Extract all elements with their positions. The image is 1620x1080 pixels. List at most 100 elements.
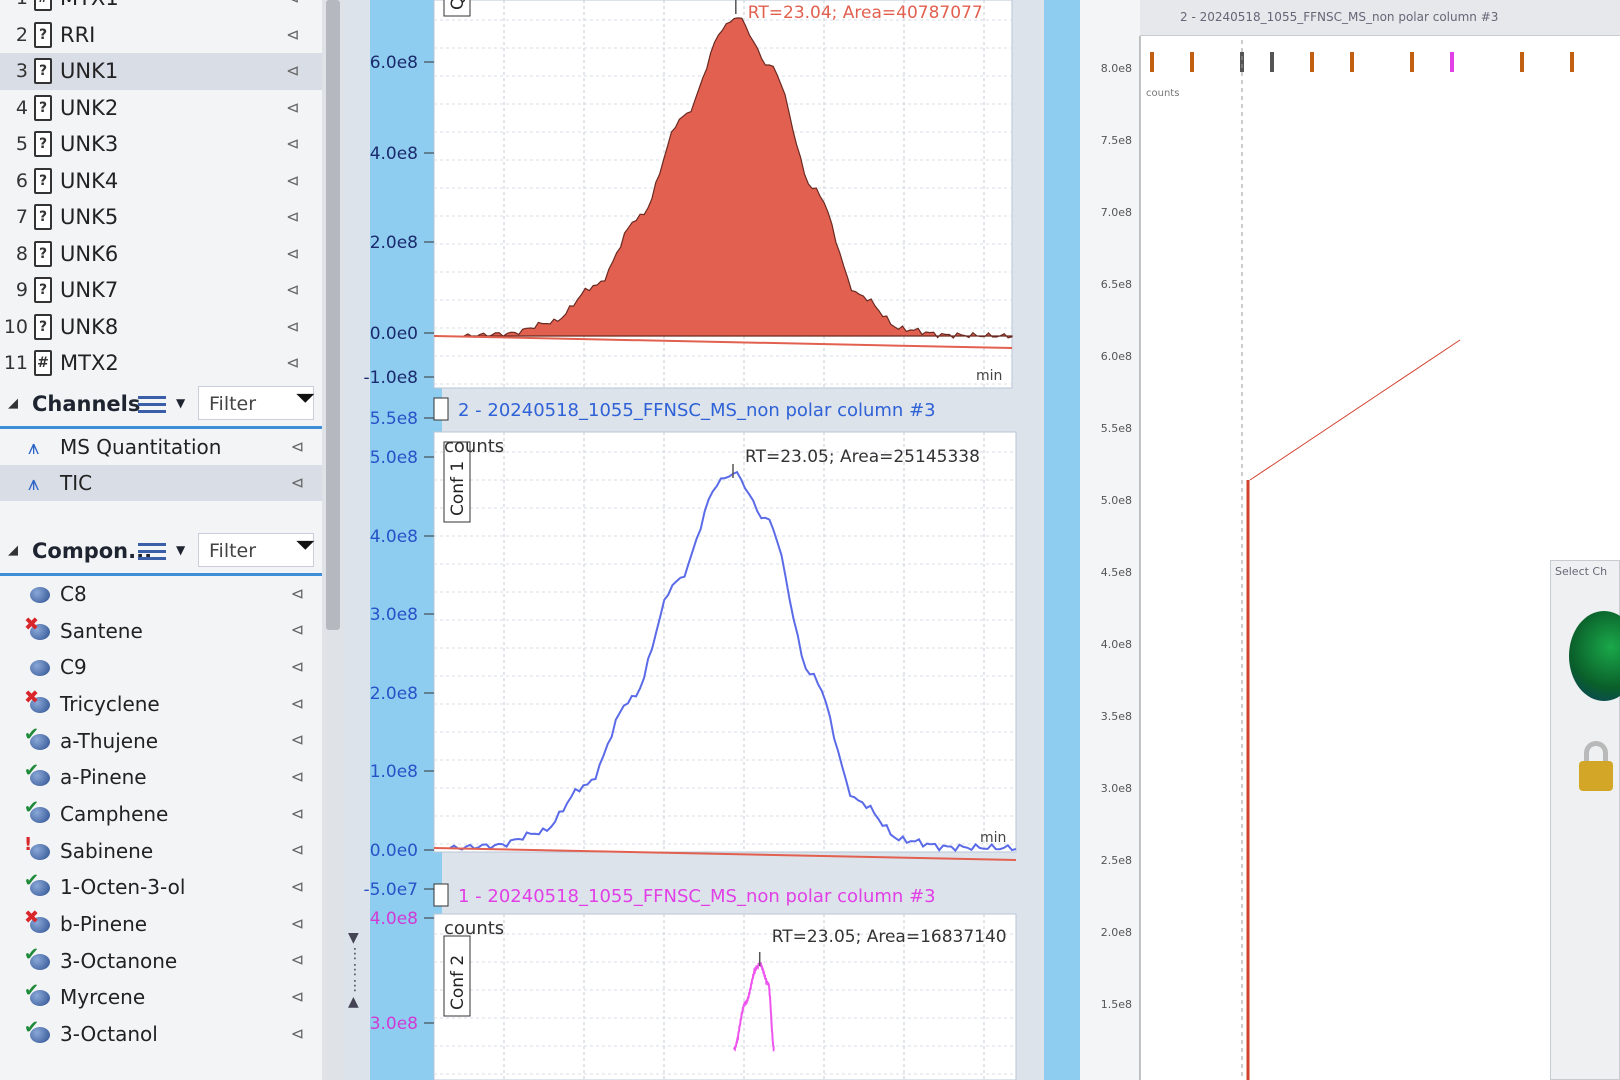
pin-icon[interactable]: ⊲ <box>286 244 304 263</box>
molecule-rejected-icon: ✖ <box>24 907 54 939</box>
lock-icon[interactable] <box>1579 761 1613 791</box>
sample-row[interactable]: 11 # MTX2 ⊲ <box>0 345 322 382</box>
component-label: C8 <box>60 581 87 606</box>
sample-row[interactable]: 9? UNK7 ⊲ <box>0 272 322 309</box>
channel-row[interactable]: ⩚ TIC ⊲ <box>0 464 322 501</box>
sample-row[interactable]: 5? UNK3 ⊲ <box>0 126 322 163</box>
components-section-header[interactable]: ◢ Compon... ▼ Filter ⏷ <box>0 529 322 573</box>
pin-icon[interactable]: ⊲ <box>291 987 304 1006</box>
pin-icon[interactable]: ⊲ <box>286 353 304 372</box>
sample-number: 5 <box>15 133 28 156</box>
background-y-tick-label: 1.5e8 <box>1101 998 1132 1011</box>
pin-icon[interactable]: ⊲ <box>291 730 304 749</box>
component-label: Tricyclene <box>60 691 160 716</box>
pin-icon[interactable]: ⊲ <box>291 584 304 603</box>
pin-icon[interactable]: ⊲ <box>286 171 304 190</box>
component-row[interactable]: ✖ Santene ⊲ <box>0 612 322 649</box>
select-channel-popup[interactable]: Select Ch <box>1550 560 1620 1080</box>
pin-icon[interactable]: ⊲ <box>291 1024 304 1043</box>
sample-label: UNK3 <box>60 132 119 157</box>
sample-row[interactable]: 4? UNK2 ⊲ <box>0 90 322 127</box>
background-peak-marker <box>1190 52 1194 72</box>
plot-area[interactable] <box>433 431 1017 853</box>
trace-file-icon <box>433 883 449 907</box>
pin-icon[interactable]: ⊲ <box>291 657 304 676</box>
pin-icon[interactable]: ⊲ <box>291 437 304 456</box>
component-label: b-Pinene <box>60 912 148 937</box>
component-row[interactable]: C8 ⊲ <box>0 576 322 613</box>
molecule-none-icon <box>24 652 54 682</box>
sample-number: 4 <box>15 96 28 119</box>
background-peak-marker <box>1410 52 1414 72</box>
sample-row[interactable]: 3? UNK1 ⊲ <box>0 53 322 90</box>
component-row[interactable]: ✔ a-Pinene ⊲ <box>0 759 322 796</box>
component-label: 3-Octanone <box>60 948 178 973</box>
sample-label: UNK7 <box>60 278 119 303</box>
pin-icon[interactable]: ⊲ <box>291 804 304 823</box>
list-view-icon[interactable] <box>138 539 166 565</box>
pin-icon[interactable]: ⊲ <box>286 98 304 117</box>
pin-icon[interactable]: ⊲ <box>291 840 304 859</box>
sample-row[interactable]: 7? UNK5 ⊲ <box>0 199 322 236</box>
channel-label: MS Quantitation <box>60 434 222 459</box>
component-row[interactable]: ✖ Tricyclene ⊲ <box>0 686 322 723</box>
tree-scrollbar[interactable] <box>322 0 344 1080</box>
background-y-tick-label: 4.5e8 <box>1101 566 1132 579</box>
molecule-warning-icon: ! <box>24 834 54 866</box>
component-label: 3-Octanol <box>60 1022 158 1047</box>
component-row[interactable]: ! Sabinene ⊲ <box>0 832 322 869</box>
pin-icon[interactable]: ⊲ <box>291 950 304 969</box>
background-y-tick-label: 4.0e8 <box>1101 638 1132 651</box>
pin-icon[interactable]: ⊲ <box>291 877 304 896</box>
component-row[interactable]: ✔ Myrcene ⊲ <box>0 979 322 1016</box>
list-view-icon[interactable] <box>138 392 166 418</box>
y-axis-label: counts <box>444 436 504 457</box>
pin-icon[interactable]: ⊲ <box>291 767 304 786</box>
pin-icon[interactable]: ⊲ <box>286 280 304 299</box>
pin-icon[interactable]: ⊲ <box>286 317 304 336</box>
pin-icon[interactable]: ⊲ <box>286 207 304 226</box>
globe-icon[interactable] <box>1569 611 1620 701</box>
pin-icon[interactable]: ⊲ <box>291 694 304 713</box>
x-axis-label: min <box>976 368 1002 384</box>
pin-icon[interactable]: ⊲ <box>286 25 304 44</box>
unknown-sample-icon: ? <box>34 131 52 158</box>
molecule-accepted-icon: ✔ <box>24 944 54 976</box>
channels-section-header[interactable]: ◢ Channels ▼ Filter ⏷ <box>0 382 322 426</box>
chromatogram-charts[interactable]: 6.0e8 4.0e8 2.0e8 0.0e0 -1.0e8 RT=23.04; Area… <box>344 0 1074 1080</box>
sample-label: RRI <box>60 22 96 47</box>
channel-row[interactable]: ⩚ MS Quantitation ⊲ <box>0 429 322 465</box>
sample-number: 2 <box>15 23 28 46</box>
sample-row[interactable]: 6? UNK4 ⊲ <box>0 163 322 200</box>
pin-icon[interactable]: ⊲ <box>286 61 304 80</box>
pin-icon[interactable]: ⊲ <box>286 134 304 153</box>
dropdown-caret-icon[interactable]: ▼ <box>176 543 185 557</box>
panel-tag: Conf 2 <box>448 955 468 1010</box>
sample-row[interactable]: 10? UNK8 ⊲ <box>0 309 322 346</box>
pin-icon[interactable]: ⊲ <box>286 0 304 7</box>
tree-scrollbar-thumb[interactable] <box>326 0 340 630</box>
pin-icon[interactable]: ⊲ <box>291 620 304 639</box>
background-y-tick-label: 2.5e8 <box>1101 854 1132 867</box>
component-row[interactable]: ✖ b-Pinene ⊲ <box>0 906 322 943</box>
component-row[interactable]: ✔ 1-Octen-3-ol ⊲ <box>0 869 322 906</box>
collapse-triangle-icon[interactable]: ◢ <box>8 543 18 558</box>
sample-row[interactable]: 8? UNK6 ⊲ <box>0 236 322 273</box>
dropdown-caret-icon[interactable]: ▼ <box>176 396 185 410</box>
molecule-accepted-icon: ✔ <box>24 870 54 902</box>
navigation-tree-panel: 1 # MTX1 ⊲ 2? RRI ⊲ 3? UNK1 ⊲ 4? UNK2 ⊲ 5? UNK3 ⊲ 6? UNK4… <box>0 0 322 1080</box>
component-row[interactable]: ✔ a-Thujene ⊲ <box>0 722 322 759</box>
component-row[interactable]: ✔ 3-Octanol ⊲ <box>0 1016 322 1053</box>
component-row[interactable]: ✔ Camphene ⊲ <box>0 796 322 833</box>
filter-funnel-icon[interactable]: ⏷ <box>296 533 314 558</box>
peak-annotation: RT=23.04; Area=40787077 <box>748 3 983 23</box>
filter-funnel-icon[interactable]: ⏷ <box>296 386 314 411</box>
component-row[interactable]: C9 ⊲ <box>0 649 322 686</box>
sample-row[interactable]: 1 # MTX1 ⊲ <box>0 0 322 17</box>
collapse-triangle-icon[interactable]: ◢ <box>8 396 18 411</box>
pin-icon[interactable]: ⊲ <box>291 473 304 492</box>
pin-icon[interactable]: ⊲ <box>291 914 304 933</box>
sample-number: 1 <box>0 0 28 9</box>
sample-row[interactable]: 2? RRI ⊲ <box>0 17 322 54</box>
component-row[interactable]: ✔ 3-Octanone ⊲ <box>0 942 322 979</box>
